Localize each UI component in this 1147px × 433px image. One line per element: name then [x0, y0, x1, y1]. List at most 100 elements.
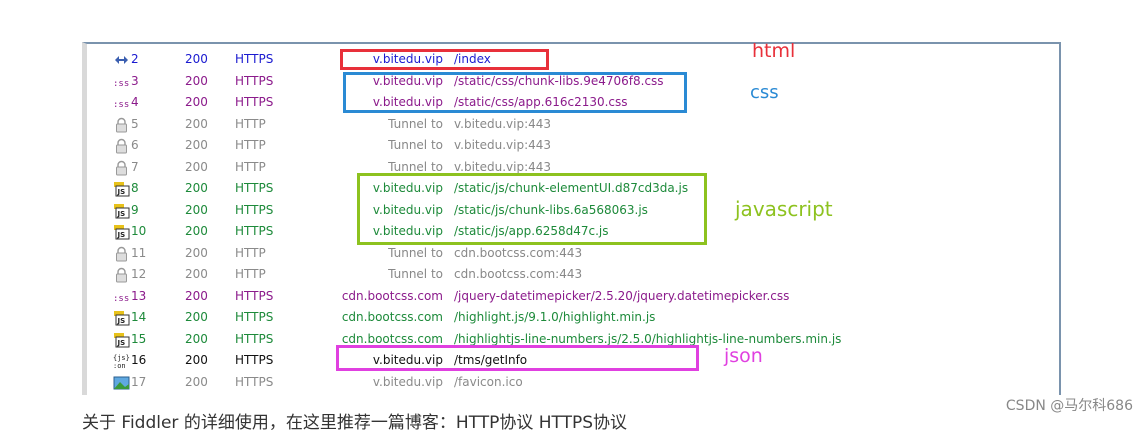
css-icon: :ss{ — [113, 74, 135, 90]
result-code: 200 — [185, 353, 208, 367]
js-icon: JS — [113, 203, 130, 219]
protocol: HTTPS — [235, 288, 274, 303]
json-icon: {js}:on — [113, 353, 130, 370]
session-number: 2 — [131, 52, 139, 66]
html-highlight-box — [340, 49, 549, 70]
session-number: 6 — [131, 138, 139, 152]
session-number: 16 — [131, 353, 147, 367]
lock-icon — [113, 117, 130, 133]
session-row[interactable]: :ss{13 200 HTTPS cdn.bootcss.com/jquery-dat… — [87, 286, 1059, 308]
session-number: 10 — [131, 224, 147, 238]
session-number: 5 — [131, 116, 139, 131]
css-icon: :ss{ — [113, 289, 135, 305]
session-row[interactable]: 6 200 HTTP Tunnel to v.bitedu.vip:443 — [87, 135, 1059, 157]
svg-text::ss{: :ss{ — [113, 100, 130, 110]
session-number: 9 — [131, 202, 139, 217]
session-row[interactable]: 2 200 HTTPS v.bitedu.vip/index — [87, 49, 1059, 71]
host: cdn.bootcss.com — [341, 288, 443, 303]
javascript-annotation: javascript — [735, 197, 833, 221]
css-icon: :ss{ — [113, 95, 135, 111]
js-icon: JS — [113, 332, 130, 348]
svg-text:JS: JS — [117, 339, 126, 347]
session-number: 8 — [131, 181, 139, 195]
protocol: HTTPS — [235, 181, 274, 195]
svg-text::on: :on — [113, 362, 126, 369]
result-code: 200 — [185, 116, 208, 131]
html-annotation: html — [752, 40, 796, 62]
session-row[interactable]: 5 200 HTTP Tunnel to v.bitedu.vip:443 — [87, 114, 1059, 136]
lock-icon — [113, 160, 130, 176]
result-code: 200 — [185, 159, 208, 174]
session-number: 4 — [131, 95, 139, 109]
result-code: 200 — [185, 245, 208, 260]
host: Tunnel to — [388, 116, 443, 131]
json-annotation: json — [724, 345, 763, 367]
session-row[interactable]: 11 200 HTTP Tunnel to cdn.bootcss.com:443 — [87, 243, 1059, 265]
result-code: 200 — [185, 267, 208, 281]
result-code: 200 — [185, 95, 208, 109]
result-code: 200 — [185, 224, 208, 238]
js-icon: JS — [113, 310, 130, 326]
image-icon — [113, 375, 130, 391]
css-annotation: css — [750, 82, 779, 103]
session-row[interactable]: 17 200 HTTPS v.bitedu.vip/favicon.ico — [87, 372, 1059, 394]
session-number: 3 — [131, 73, 139, 88]
protocol: HTTPS — [235, 202, 274, 217]
javascript-highlight-box — [357, 173, 707, 245]
url: /jquery-datetimepicker/2.5.20/jquery.dat… — [454, 288, 790, 303]
protocol: HTTPS — [235, 310, 274, 324]
host: v.bitedu.vip — [372, 374, 443, 389]
protocol: HTTPS — [235, 331, 274, 346]
host: Tunnel to — [388, 245, 443, 260]
url: v.bitedu.vip:443 — [454, 138, 552, 152]
session-number: 12 — [131, 267, 147, 281]
css-highlight-box — [343, 72, 687, 113]
host: cdn.bootcss.com — [341, 310, 443, 324]
session-number: 14 — [131, 310, 147, 324]
url: /favicon.ico — [454, 374, 523, 389]
session-number: 7 — [131, 159, 139, 174]
session-number: 15 — [131, 331, 147, 346]
host: Tunnel to — [388, 138, 443, 152]
result-code: 200 — [185, 181, 208, 195]
protocol: HTTPS — [235, 374, 274, 389]
session-number: 13 — [131, 288, 147, 303]
result-code: 200 — [185, 310, 208, 324]
article-footer-text: 关于 Fiddler 的详细使用，在这里推荐一篇博客：HTTP协议 HTTPS协… — [82, 413, 628, 433]
lock-icon — [113, 246, 130, 262]
result-code: 200 — [185, 331, 208, 346]
lock-icon — [113, 138, 130, 154]
protocol: HTTP — [235, 159, 266, 174]
session-row[interactable]: 12 200 HTTP Tunnel to cdn.bootcss.com:443 — [87, 264, 1059, 286]
protocol: HTTP — [235, 245, 266, 260]
protocol: HTTPS — [235, 224, 274, 238]
result-code: 200 — [185, 202, 208, 217]
protocol: HTTPS — [235, 73, 274, 88]
session-row[interactable]: JS 14 200 HTTPS cdn.bootcss.com/highlight.js… — [87, 307, 1059, 329]
svg-text::ss{: :ss{ — [113, 79, 130, 89]
result-code: 200 — [185, 73, 208, 88]
csdn-watermark: CSDN @马尔科686 — [1005, 398, 1133, 414]
lock-icon — [113, 267, 130, 283]
js-icon: JS — [113, 181, 130, 197]
arrows-icon — [113, 52, 130, 68]
protocol: HTTP — [235, 267, 266, 281]
protocol: HTTPS — [235, 353, 274, 367]
svg-text:JS: JS — [117, 210, 126, 218]
protocol: HTTP — [235, 116, 266, 131]
protocol: HTTPS — [235, 52, 274, 66]
svg-text:JS: JS — [117, 188, 126, 196]
svg-text:{js}: {js} — [113, 354, 130, 362]
js-icon: JS — [113, 224, 130, 240]
url: /highlight.js/9.1.0/highlight.min.js — [454, 310, 656, 324]
svg-text::ss{: :ss{ — [113, 294, 130, 304]
session-number: 11 — [131, 245, 147, 260]
svg-text:JS: JS — [117, 317, 126, 325]
result-code: 200 — [185, 374, 208, 389]
result-code: 200 — [185, 138, 208, 152]
url: cdn.bootcss.com:443 — [454, 267, 583, 281]
result-code: 200 — [185, 52, 208, 66]
protocol: HTTPS — [235, 95, 274, 109]
url: cdn.bootcss.com:443 — [454, 245, 583, 260]
url: v.bitedu.vip:443 — [454, 116, 552, 131]
